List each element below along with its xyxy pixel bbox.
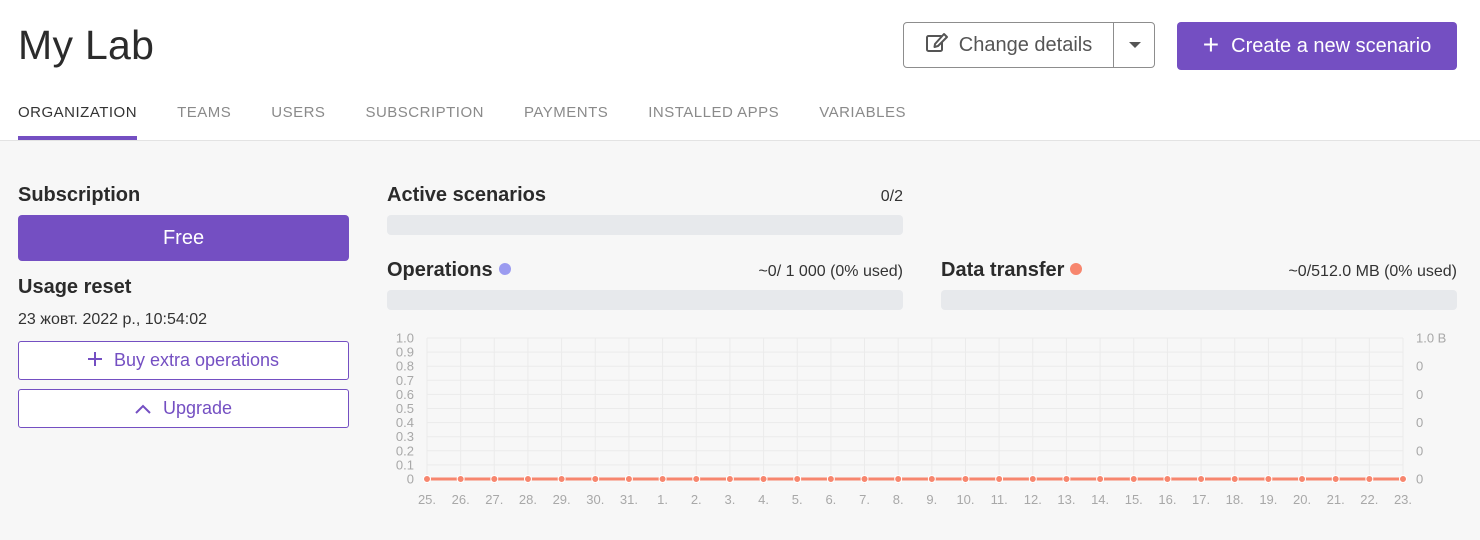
- x-tick-label: 5.: [792, 492, 803, 507]
- series-point-1: [725, 475, 734, 483]
- x-tick-label: 9.: [926, 492, 937, 507]
- x-tick-label: 6.: [825, 492, 836, 507]
- series-point-1: [927, 475, 936, 483]
- series-point-1: [1365, 475, 1374, 483]
- series-point-1: [658, 475, 667, 483]
- series-point-1: [793, 475, 802, 483]
- x-tick-label: 21.: [1327, 492, 1345, 507]
- x-tick-label: 15.: [1125, 492, 1143, 507]
- x-tick-label: 26.: [452, 492, 470, 507]
- y-tick-label-right: 0: [1416, 472, 1423, 487]
- y-tick-label-right: 1.0 B: [1416, 331, 1446, 346]
- series-point-1: [995, 475, 1004, 483]
- series-point-1: [1331, 475, 1340, 483]
- y-tick-label-left: 0.9: [396, 345, 414, 360]
- series-point-1: [1197, 475, 1206, 483]
- x-tick-label: 8.: [893, 492, 904, 507]
- x-tick-label: 27.: [485, 492, 503, 507]
- x-tick-label: 16.: [1158, 492, 1176, 507]
- series-point-1: [557, 475, 566, 483]
- x-tick-label: 1.: [657, 492, 668, 507]
- series-point-1: [1298, 475, 1307, 483]
- x-tick-label: 23.: [1394, 492, 1412, 507]
- x-tick-label: 7.: [859, 492, 870, 507]
- series-point-1: [490, 475, 499, 483]
- x-tick-label: 12.: [1024, 492, 1042, 507]
- y-tick-label-left: 1.0: [396, 331, 414, 346]
- series-point-1: [692, 475, 701, 483]
- series-point-1: [1230, 475, 1239, 483]
- y-tick-label-left: 0.4: [396, 415, 414, 430]
- series-point-1: [759, 475, 768, 483]
- x-tick-label: 29.: [553, 492, 571, 507]
- x-tick-label: 11.: [991, 492, 1008, 507]
- y-tick-label-left: 0.7: [396, 373, 414, 388]
- series-point-1: [961, 475, 970, 483]
- x-tick-label: 25.: [418, 492, 436, 507]
- y-tick-label-left: 0: [407, 472, 414, 487]
- series-point-1: [860, 475, 869, 483]
- y-tick-label-right: 0: [1416, 387, 1423, 402]
- series-point-1: [1264, 475, 1273, 483]
- x-tick-label: 22.: [1360, 492, 1378, 507]
- x-tick-label: 19.: [1259, 492, 1277, 507]
- y-tick-label-left: 0.5: [396, 401, 414, 416]
- series-point-1: [624, 475, 633, 483]
- series-point-1: [1129, 475, 1138, 483]
- y-tick-label-left: 0.8: [396, 359, 414, 374]
- x-tick-label: 13.: [1057, 492, 1075, 507]
- series-point-1: [1163, 475, 1172, 483]
- series-point-1: [894, 475, 903, 483]
- series-point-1: [423, 475, 431, 483]
- x-tick-label: 2.: [691, 492, 702, 507]
- x-tick-label: 10.: [956, 492, 974, 507]
- x-tick-label: 28.: [519, 492, 537, 507]
- usage-chart: 00.10.20.30.40.50.60.70.80.91.025. 26. 27.…: [396, 331, 1446, 508]
- series-point-1: [826, 475, 835, 483]
- y-tick-label-left: 0.6: [396, 387, 414, 402]
- x-tick-label: 30.: [586, 492, 604, 507]
- y-tick-label-right: 0: [1416, 359, 1423, 374]
- series-point-1: [591, 475, 600, 483]
- series-point-1: [1062, 475, 1071, 483]
- x-tick-label: 18.: [1226, 492, 1244, 507]
- x-tick-label: 4.: [758, 492, 769, 507]
- y-tick-label-left: 0.2: [396, 443, 414, 458]
- series-point-1: [523, 475, 532, 483]
- y-tick-label-left: 0.1: [396, 457, 414, 472]
- series-point-1: [1096, 475, 1105, 483]
- series-point-1: [1399, 475, 1407, 483]
- y-tick-label-right: 0: [1416, 443, 1423, 458]
- y-tick-label-left: 0.3: [396, 429, 414, 444]
- x-tick-label: 31.: [620, 492, 638, 507]
- x-tick-label: 20.: [1293, 492, 1311, 507]
- x-tick-label: 3.: [724, 492, 735, 507]
- x-tick-label: 17.: [1192, 492, 1210, 507]
- series-point-1: [456, 475, 465, 483]
- series-point-1: [1028, 475, 1037, 483]
- x-tick-label: 14.: [1091, 492, 1109, 507]
- y-tick-label-right: 0: [1416, 415, 1423, 430]
